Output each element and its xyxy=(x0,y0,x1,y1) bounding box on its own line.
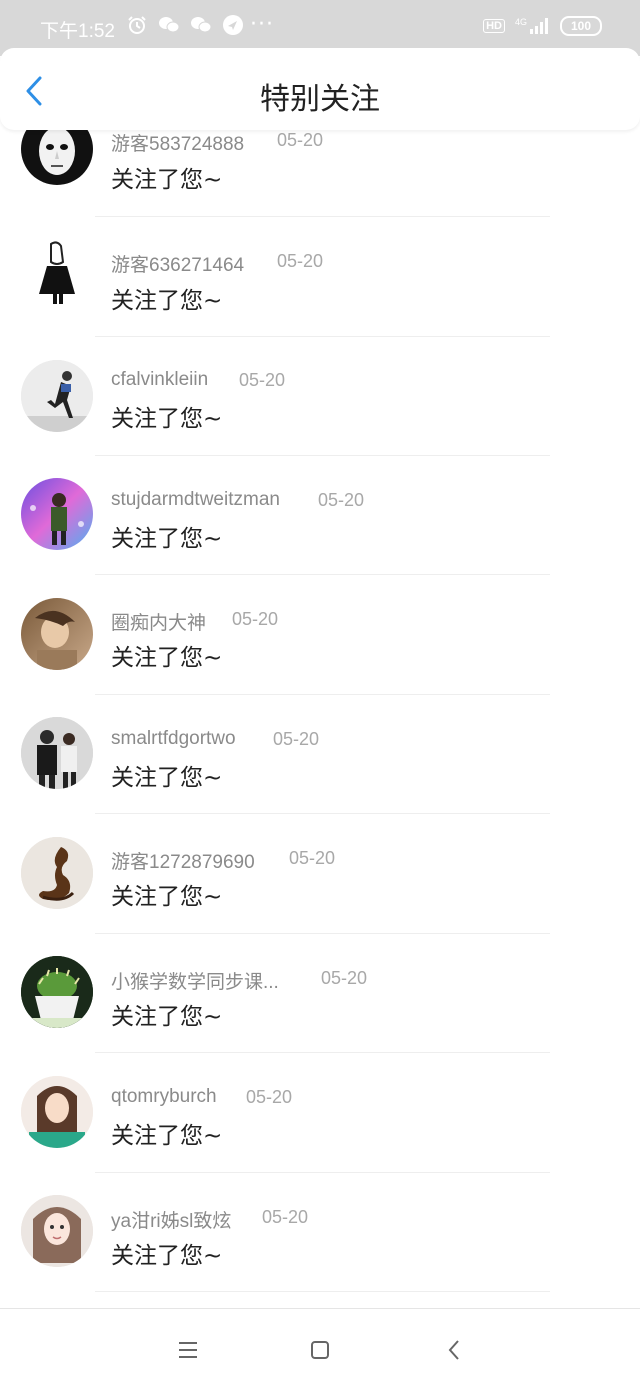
user-name[interactable]: 圈痴内大神 xyxy=(111,608,206,635)
figure-avatar[interactable] xyxy=(21,236,93,308)
app-notification-icon xyxy=(222,14,244,36)
list-item[interactable]: ya泔ri姊sl致炫 05-20 关注了您~ xyxy=(0,1195,640,1308)
user-name[interactable]: 小猴学数学同步课... xyxy=(111,967,279,994)
message: 关注了您~ xyxy=(111,526,223,552)
user-name[interactable]: smalrtfdgortwo xyxy=(111,728,236,750)
hd-icon: HD xyxy=(483,19,505,33)
list-item[interactable]: cfalvinkleiin 05-20 关注了您~ xyxy=(0,359,640,478)
date: 05-20 xyxy=(273,729,320,749)
cactus-avatar[interactable] xyxy=(21,956,93,1028)
couple-avatar[interactable] xyxy=(21,717,93,789)
home-square-icon[interactable] xyxy=(306,1336,334,1364)
list-item[interactable]: stujdarmdtweitzman 05-20 关注了您~ xyxy=(0,478,640,597)
back-chevron-icon[interactable] xyxy=(440,1336,468,1364)
wechat-icon-2 xyxy=(190,14,212,36)
message: 关注了您~ xyxy=(111,167,223,193)
list-item[interactable]: 游客636271464 05-20 关注了您~ xyxy=(0,236,640,359)
girl-avatar[interactable] xyxy=(21,1076,93,1148)
wechat-icon xyxy=(158,14,180,36)
divider xyxy=(95,933,550,934)
sculpture-avatar[interactable] xyxy=(21,837,93,909)
date: 05-20 xyxy=(318,490,365,510)
special-follow-list[interactable]: 游客583724888 05-20 关注了您~ 游客636271464 05-2… xyxy=(0,130,640,1308)
divider xyxy=(95,1291,550,1292)
user-name[interactable]: ya泔ri姊sl致炫 xyxy=(111,1206,231,1233)
date: 05-20 xyxy=(277,130,324,150)
header: 特别关注 xyxy=(0,48,640,130)
date: 05-20 xyxy=(246,1087,293,1107)
divider xyxy=(95,574,550,575)
date: 05-20 xyxy=(289,848,336,868)
list-item[interactable]: 游客1272879690 05-20 关注了您~ xyxy=(0,837,640,956)
list-item[interactable]: 小猴学数学同步课... 05-20 关注了您~ xyxy=(0,956,640,1075)
system-nav-bar xyxy=(0,1308,640,1388)
more-notifications-icon: ··· xyxy=(250,12,274,37)
portrait-avatar[interactable] xyxy=(21,598,93,670)
date: 05-20 xyxy=(321,968,368,988)
page-title: 特别关注 xyxy=(260,82,380,117)
message: 关注了您~ xyxy=(111,288,223,314)
divider xyxy=(95,1052,550,1053)
user-name[interactable]: cfalvinkleiin xyxy=(111,369,208,391)
divider xyxy=(95,336,550,337)
mask-avatar[interactable] xyxy=(21,130,93,185)
list-item[interactable]: smalrtfdgortwo 05-20 关注了您~ xyxy=(0,717,640,836)
status-time: 下午1:52 xyxy=(40,21,115,42)
user-name[interactable]: 游客1272879690 xyxy=(111,847,255,874)
divider xyxy=(95,813,550,814)
user-name[interactable]: qtomryburch xyxy=(111,1086,217,1108)
message: 关注了您~ xyxy=(111,884,223,910)
alarm-clock-icon xyxy=(126,14,148,36)
message: 关注了您~ xyxy=(111,1004,223,1030)
list-item[interactable]: qtomryburch 05-20 关注了您~ xyxy=(0,1076,640,1195)
divider xyxy=(95,455,550,456)
runner-avatar[interactable] xyxy=(21,360,93,432)
battery-icon: 100 xyxy=(560,16,602,36)
date: 05-20 xyxy=(239,370,286,390)
message: 关注了您~ xyxy=(111,645,223,671)
user-name[interactable]: 游客583724888 xyxy=(111,130,244,156)
user-name[interactable]: 游客636271464 xyxy=(111,250,244,277)
message: 关注了您~ xyxy=(111,1243,223,1269)
message: 关注了您~ xyxy=(111,765,223,791)
neon-avatar[interactable] xyxy=(21,478,93,550)
user-name[interactable]: stujdarmdtweitzman xyxy=(111,489,280,511)
list-item[interactable]: 游客583724888 05-20 关注了您~ xyxy=(0,130,640,239)
divider xyxy=(95,694,550,695)
divider xyxy=(95,216,550,217)
date: 05-20 xyxy=(262,1207,309,1227)
message: 关注了您~ xyxy=(111,1123,223,1149)
status-notification-icons xyxy=(126,14,244,36)
divider xyxy=(95,1172,550,1173)
list-item[interactable]: 圈痴内大神 05-20 关注了您~ xyxy=(0,598,640,717)
girl2-avatar[interactable] xyxy=(21,1195,93,1267)
date: 05-20 xyxy=(277,251,324,271)
date: 05-20 xyxy=(232,609,279,629)
message: 关注了您~ xyxy=(111,406,223,432)
status-right-icons: HD 4G 100 xyxy=(483,16,602,36)
signal-icon: 4G xyxy=(515,18,550,34)
menu-icon[interactable] xyxy=(174,1336,202,1364)
